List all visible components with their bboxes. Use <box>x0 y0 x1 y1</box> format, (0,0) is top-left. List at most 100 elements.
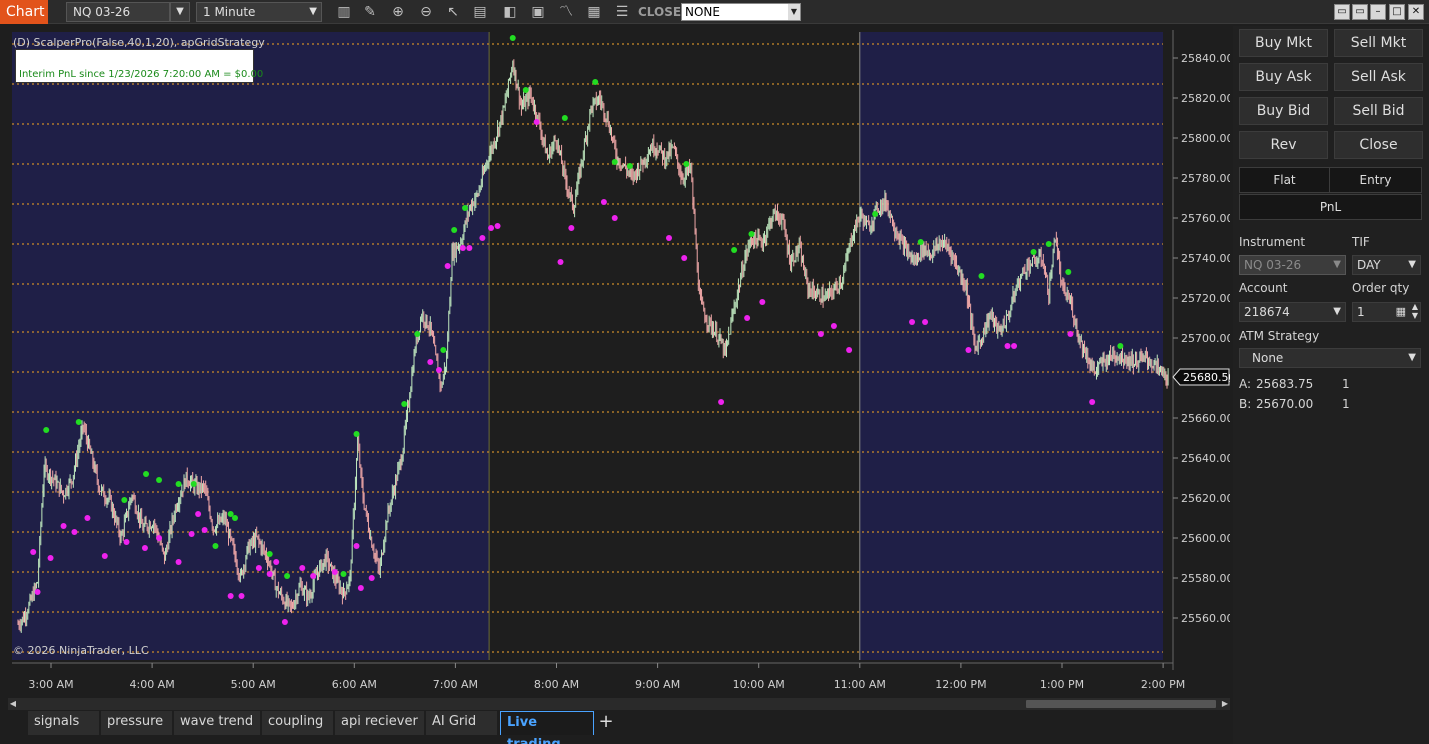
close-window-button[interactable]: ✕ <box>1408 4 1424 20</box>
entry-button[interactable]: Entry <box>1329 167 1422 193</box>
scrollbar-thumb[interactable] <box>1026 700 1216 708</box>
strategy-icon[interactable]: ▦ <box>584 2 604 22</box>
swing-high-marker <box>1030 249 1037 255</box>
ask-price: 25683.75 <box>1256 377 1314 391</box>
zoom-out-icon[interactable]: ⊖ <box>416 2 436 22</box>
tab-ai-grid[interactable]: AI Grid <box>426 711 498 735</box>
indicators-icon[interactable]: 〽 <box>556 2 576 22</box>
tif-select[interactable]: DAY ▼ <box>1352 255 1421 275</box>
tile-button[interactable]: ▭ <box>1352 4 1368 20</box>
off-session-background <box>489 32 860 660</box>
swing-low-marker <box>47 555 54 561</box>
drawing-tool-icon[interactable]: ✎ <box>360 2 380 22</box>
chart-title-tab[interactable]: Chart <box>0 0 48 24</box>
zoom-in-icon[interactable]: ⊕ <box>388 2 408 22</box>
properties-icon[interactable]: ▤ <box>470 2 490 22</box>
swing-low-marker <box>568 225 575 231</box>
order-qty-input[interactable]: 1 ▦ ▲ ▼ <box>1352 302 1421 322</box>
bid-price: 25670.00 <box>1256 397 1314 411</box>
swing-high-marker <box>509 35 516 41</box>
time-tick-label: 5:00 AM <box>231 678 276 691</box>
session-background <box>12 32 490 660</box>
tab-pressure[interactable]: pressure <box>101 711 173 735</box>
tab-signals[interactable]: signals <box>28 711 100 735</box>
restore-small-button[interactable]: ▭ <box>1334 4 1350 20</box>
tab-live-trading[interactable]: Live trading <box>500 711 594 744</box>
reverse-button[interactable]: Rev <box>1239 131 1328 159</box>
maximize-button[interactable]: □ <box>1389 4 1405 20</box>
time-tick-label: 1:00 PM <box>1040 678 1084 691</box>
strategy-label: (D) ScalperPro(False,40,1,20), apGridStr… <box>13 36 265 49</box>
calculator-icon[interactable]: ▦ <box>1396 303 1406 321</box>
bar-type-icon[interactable]: ▥ <box>334 2 354 22</box>
pointer-icon[interactable]: ↖ <box>443 2 463 22</box>
swing-low-marker <box>195 511 202 517</box>
tab-coupling[interactable]: coupling <box>262 711 334 735</box>
swing-high-marker <box>156 477 163 483</box>
horizontal-scrollbar[interactable]: ◀ ▶ <box>8 698 1230 710</box>
swing-low-marker <box>201 527 208 533</box>
close-position-button[interactable]: Close <box>1334 131 1423 159</box>
maximize-icon: □ <box>1392 6 1402 17</box>
price-tick-label: 25660.00 <box>1181 412 1230 425</box>
scroll-right-icon[interactable]: ▶ <box>1220 698 1230 710</box>
swing-low-marker <box>281 619 288 625</box>
chart-canvas[interactable]: 25840.00 25820.00 25800.00 25780.00 25760.00… <box>8 30 1230 698</box>
buy-ask-button[interactable]: Buy Ask <box>1239 63 1328 91</box>
tif-select-value: DAY <box>1357 258 1381 272</box>
swing-low-marker <box>141 545 148 551</box>
add-tab-icon[interactable]: + <box>596 711 616 735</box>
stepper-icon[interactable]: ▲ ▼ <box>1412 302 1418 320</box>
swing-high-marker <box>451 227 458 233</box>
time-tick-label: 10:00 AM <box>733 678 785 691</box>
swing-high-marker <box>522 87 529 93</box>
price-tick-label: 25840.00 <box>1181 52 1230 65</box>
atm-strategy-value: None <box>1252 351 1284 365</box>
current-price-label: 25680.50 <box>1183 371 1230 384</box>
chevron-down-icon: ▼ <box>1408 259 1416 270</box>
buy-bid-button[interactable]: Buy Bid <box>1239 97 1328 125</box>
snapshot-icon[interactable]: ▣ <box>528 2 548 22</box>
minimize-button[interactable]: – <box>1370 4 1386 20</box>
sell-bid-button[interactable]: Sell Bid <box>1334 97 1423 125</box>
instrument-dropdown-button[interactable]: ▼ <box>170 2 190 22</box>
sell-market-button[interactable]: Sell Mkt <box>1334 29 1423 57</box>
pnl-info-box: Interim PnL since 1/23/2026 7:20:00 AM =… <box>15 49 263 83</box>
scroll-left-icon[interactable]: ◀ <box>8 698 18 710</box>
swing-low-marker <box>1067 331 1074 337</box>
chevron-down-icon: ▼ <box>309 6 317 17</box>
toggle-icon[interactable]: ◧ <box>500 2 520 22</box>
sell-ask-button[interactable]: Sell Ask <box>1334 63 1423 91</box>
swing-low-marker <box>357 585 364 591</box>
interval-selector[interactable]: 1 Minute ▼ <box>196 2 322 22</box>
ninjatrader-window: Chart NQ 03-26 ▼ 1 Minute ▼ CLOSE NONE ▼… <box>0 0 1429 744</box>
buy-market-button[interactable]: Buy Mkt <box>1239 29 1328 57</box>
swing-low-marker <box>435 367 442 373</box>
tab-wave-trend[interactable]: wave trend <box>174 711 261 735</box>
flat-button[interactable]: Flat <box>1239 167 1330 193</box>
swing-high-marker <box>75 419 82 425</box>
tab-api-reciever[interactable]: api reciever <box>335 711 425 735</box>
swing-low-marker <box>1089 399 1096 405</box>
time-tick-label: 4:00 AM <box>129 678 174 691</box>
price-chart[interactable]: 25840.00 25820.00 25800.00 25780.00 25760.00… <box>8 30 1230 698</box>
tif-label: TIF <box>1352 235 1370 249</box>
swing-high-marker <box>353 431 360 437</box>
swing-high-marker <box>978 273 985 279</box>
swing-low-marker <box>557 259 564 265</box>
close-select[interactable]: NONE ▼ <box>681 3 801 21</box>
atm-strategy-select[interactable]: None ▼ <box>1239 348 1421 368</box>
bid-qty: 1 <box>1342 397 1350 411</box>
list-icon[interactable]: ☰ <box>612 2 632 22</box>
swing-low-marker <box>353 543 360 549</box>
swing-low-marker <box>273 559 280 565</box>
swing-low-marker <box>718 399 725 405</box>
swing-high-marker <box>1045 241 1052 247</box>
instrument-selector[interactable]: NQ 03-26 <box>66 2 170 22</box>
swing-high-marker <box>592 79 599 85</box>
swing-low-marker <box>156 535 163 541</box>
chevron-down-icon: ▼ <box>788 4 800 20</box>
price-tick-label: 25560.00 <box>1181 612 1230 625</box>
swing-high-marker <box>143 471 150 477</box>
account-select[interactable]: 218674 ▼ <box>1239 302 1346 322</box>
